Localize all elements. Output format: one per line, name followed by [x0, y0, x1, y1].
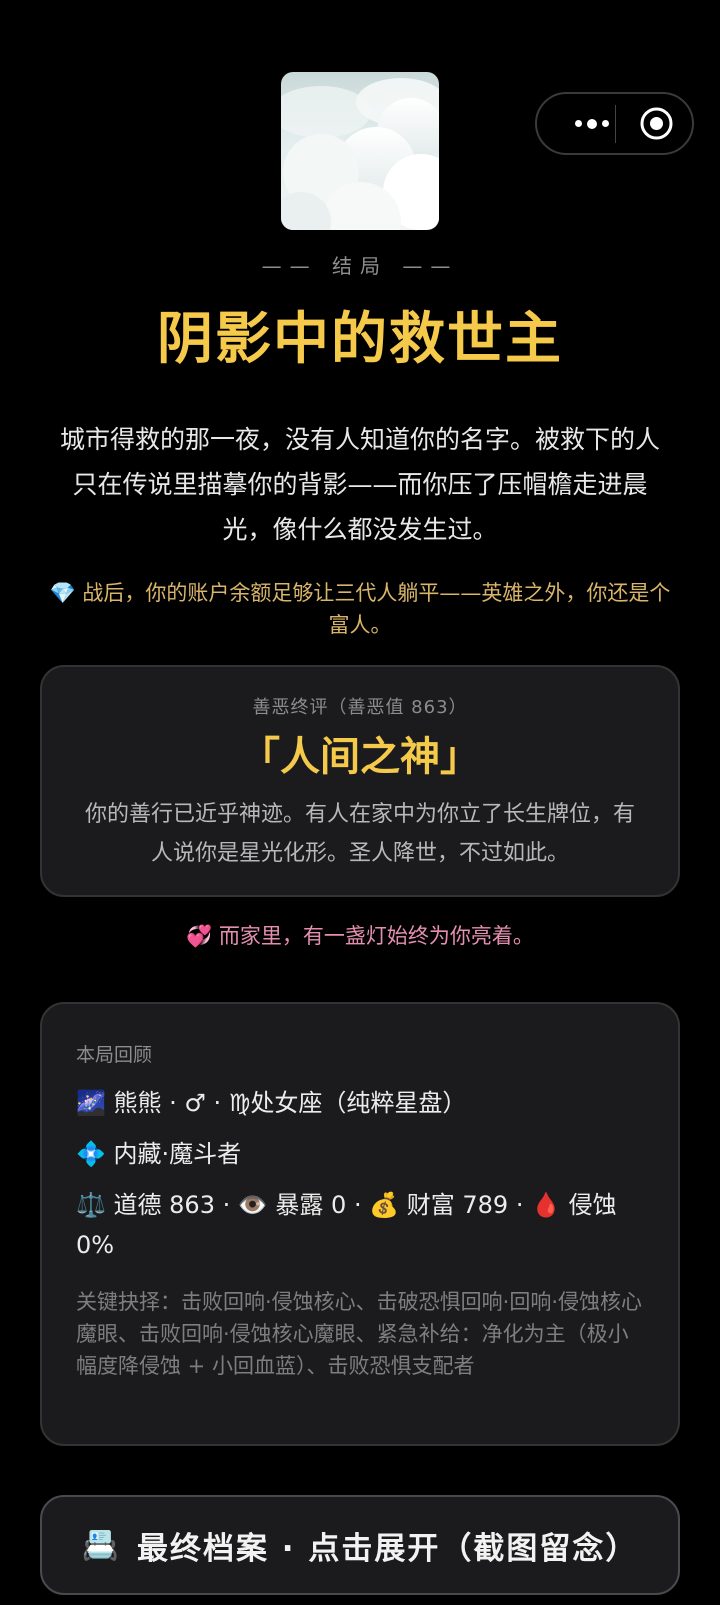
wealth-note: 💎 战后，你的账户余额足够让三代人躺平——英雄之外，你还是个富人。	[40, 577, 680, 641]
stat-separator: ·	[515, 1191, 532, 1219]
more-dots-icon[interactable]	[557, 94, 627, 153]
review-heading: 本局回顾	[76, 1044, 153, 1066]
wealth-note-text: 战后，你的账户余额足够让三代人躺平——英雄之外，你还是个富人。	[82, 581, 671, 637]
verdict-card: 善恶终评（善恶值 863） 「人间之神」 你的善行已近乎神迹。有人在家中为你立了…	[40, 665, 680, 897]
mini-program-capsule	[535, 92, 694, 155]
blood-drop-icon: 🩸	[531, 1191, 561, 1219]
ending-description: 城市得救的那一夜，没有人知道你的名字。被救下的人只在传说里描摹你的背影——而你压…	[59, 425, 660, 544]
stat-separator: ·	[222, 1191, 238, 1219]
eye-icon: 👁️	[237, 1191, 268, 1219]
ending-tag: —— 结局 ——	[261, 254, 459, 278]
money-bag-icon: 💰	[369, 1191, 400, 1219]
target-circle-icon[interactable]	[639, 106, 674, 141]
stat-separator: ·	[353, 1191, 370, 1219]
stat-wealth: 财富 789	[406, 1191, 509, 1219]
family-note: 💞 而家里，有一盏灯始终为你亮着。	[0, 920, 720, 950]
stat-morality: 道德 863	[113, 1191, 215, 1219]
key-choices: 关键抉择：击败回响·侵蚀核心、击破恐惧回响·回响·侵蚀核心魔眼、击败回响·侵蚀核…	[76, 1290, 643, 1378]
final-archive-label: 最终档案 · 点击展开（截图留念）	[136, 1530, 639, 1567]
verdict-description: 你的善行已近乎神迹。有人在家中为你立了长生牌位，有人说你是星光化形。圣人降世，不…	[84, 802, 635, 866]
review-card: 本局回顾 🌌 熊熊 · ♂ · ♍处女座（纯粹星盘） 💠 内藏·魔斗者 ⚖️ 道…	[40, 1002, 680, 1446]
diamond-flower-icon: 💠	[76, 1140, 106, 1168]
hearts-icon: 💞	[186, 924, 213, 948]
gem-icon: 💎	[49, 581, 76, 605]
verdict-label: 善恶终评（善恶值 863）	[252, 697, 468, 718]
ending-cover-image	[281, 72, 439, 230]
review-class-text: 内藏·魔斗者	[113, 1140, 242, 1168]
review-identity-row: 🌌 熊熊 · ♂ · ♍处女座（纯粹星盘）	[76, 1083, 646, 1123]
review-identity-text: 熊熊 · ♂ · ♍处女座（纯粹星盘）	[113, 1089, 467, 1117]
review-stats-row: ⚖️ 道德 863 · 👁️ 暴露 0 · 💰 财富 789 · 🩸 侵蚀 0%	[76, 1185, 646, 1265]
galaxy-icon: 🌌	[76, 1089, 106, 1117]
card-index-icon: 📇	[81, 1527, 121, 1563]
cloud-illustration	[281, 78, 439, 230]
verdict-title: 「人间之神」	[240, 734, 480, 780]
scales-icon: ⚖️	[76, 1191, 106, 1219]
final-archive-button[interactable]: 📇 最终档案 · 点击展开（截图留念）	[40, 1495, 680, 1595]
review-class-row: 💠 内藏·魔斗者	[76, 1134, 646, 1174]
family-note-text: 而家里，有一盏灯始终为你亮着。	[218, 924, 534, 948]
capsule-divider	[615, 105, 616, 143]
stat-exposure: 暴露 0	[275, 1191, 347, 1219]
ending-title: 阴影中的救世主	[157, 307, 563, 372]
